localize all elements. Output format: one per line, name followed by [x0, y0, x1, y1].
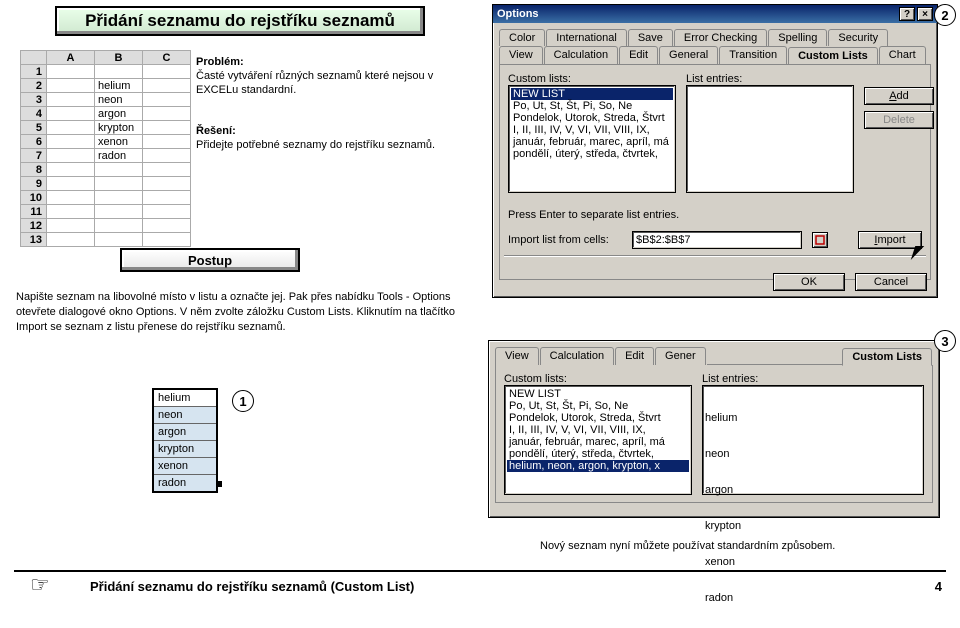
cancel-button[interactable]: Cancel — [855, 273, 927, 291]
options-dialog: Options ? × Color International Save Err… — [492, 4, 938, 298]
problem-text: Časté vytváření různých seznamů které ne… — [196, 70, 433, 96]
tab-panel: Custom lists: NEW LIST Po, Ut, St, Št, P… — [499, 64, 931, 280]
solution-heading: Řešení: — [196, 125, 236, 137]
step-number-3: 3 — [934, 330, 956, 352]
sheet-corner — [21, 51, 47, 65]
list-item[interactable]: Pondelok, Utorok, Streda, Štvrt — [507, 412, 689, 424]
tab-custom-lists[interactable]: Custom Lists — [842, 348, 932, 366]
list-item[interactable]: I, II, III, IV, V, VI, VII, VIII, IX, — [507, 424, 689, 436]
tab-view[interactable]: View — [495, 347, 539, 365]
instructions: Napište seznam na libovolné místo v list… — [16, 290, 456, 335]
tab-edit[interactable]: Edit — [619, 46, 658, 64]
entry-line: helium — [705, 412, 921, 424]
custom-lists-label: Custom lists: — [504, 373, 692, 385]
footer-page-number: 4 — [935, 579, 942, 594]
list-entries-label: List entries: — [702, 373, 924, 385]
footer-divider — [14, 570, 946, 572]
ok-button[interactable]: OK — [773, 273, 845, 291]
import-from-cells-label: Import list from cells: — [508, 234, 626, 246]
row-header: 2 — [21, 79, 47, 93]
selection-active-cell: helium — [154, 390, 216, 406]
list-item[interactable]: Po, Ut, St, Št, Pi, So, Ne — [507, 400, 689, 412]
list-item[interactable]: helium, neon, argon, krypton, x — [507, 460, 689, 472]
tab-general[interactable]: General — [659, 46, 718, 64]
tab-error-checking[interactable]: Error Checking — [674, 29, 767, 46]
tab-view[interactable]: View — [499, 46, 543, 64]
list-item[interactable]: január, február, marec, apríl, má — [511, 136, 673, 148]
tab-edit[interactable]: Edit — [615, 347, 654, 365]
list-entries-textarea[interactable] — [686, 85, 854, 193]
fill-handle-icon — [216, 481, 222, 487]
step-number-2: 2 — [934, 4, 956, 26]
press-enter-hint: Press Enter to separate list entries. — [508, 209, 922, 221]
cell: helium — [95, 79, 143, 93]
tab-chart[interactable]: Chart — [879, 46, 926, 64]
list-item[interactable]: NEW LIST — [511, 88, 673, 100]
selection-item: neon — [154, 406, 216, 423]
selection-inset: helium neon argon krypton xenon radon — [152, 388, 218, 493]
conclusion-text: Nový seznam nyní můžete používat standar… — [540, 540, 835, 552]
spreadsheet: A B C 1 2helium 3neon 4argon 5krypton 6x… — [20, 50, 191, 247]
dialog-titlebar: Options ? × — [493, 5, 937, 23]
dialog-title: Options — [497, 8, 539, 20]
close-button[interactable]: × — [917, 7, 933, 21]
import-button[interactable]: Import — [858, 231, 922, 249]
list-item[interactable]: január, február, marec, apríl, má — [507, 436, 689, 448]
custom-lists-listbox[interactable]: NEW LIST Po, Ut, St, Št, Pi, So, Ne Pond… — [504, 385, 692, 495]
step-number-1: 1 — [232, 390, 254, 412]
tab-security[interactable]: Security — [828, 29, 888, 46]
col-header: B — [95, 51, 143, 65]
tab-save[interactable]: Save — [628, 29, 673, 46]
list-item[interactable]: NEW LIST — [507, 388, 689, 400]
list-entries-textarea[interactable]: helium neon argon krypton xenon radon — [702, 385, 924, 495]
tab-general[interactable]: Gener — [655, 347, 706, 365]
problem-heading: Problém: — [196, 56, 244, 68]
solution-text: Přidejte potřebné seznamy do rejstříku s… — [196, 139, 435, 151]
delete-button[interactable]: Delete — [864, 111, 934, 129]
tab-custom-lists[interactable]: Custom Lists — [788, 47, 878, 65]
options-dialog-step3: View Calculation Edit Gener Custom Lists… — [488, 340, 940, 518]
import-range-input[interactable]: $B$2:$B$7 — [632, 231, 802, 249]
add-button-label: dd — [897, 90, 909, 102]
list-item[interactable]: pondělí, úterý, středa, čtvrtek, — [507, 448, 689, 460]
tab-spelling[interactable]: Spelling — [768, 29, 827, 46]
col-header: C — [143, 51, 191, 65]
help-button[interactable]: ? — [899, 7, 915, 21]
tab-calculation[interactable]: Calculation — [540, 347, 614, 365]
list-entries-label: List entries: — [686, 73, 854, 85]
steps-heading: Postup — [120, 248, 300, 272]
row-header: 1 — [21, 65, 47, 79]
add-button[interactable]: Add — [864, 87, 934, 105]
range-picker-icon — [815, 235, 825, 245]
problem-solution-text: Problém: Časté vytváření různých seznamů… — [196, 56, 446, 152]
custom-lists-listbox[interactable]: NEW LIST Po, Ut, St, Št, Pi, So, Ne Pond… — [508, 85, 676, 193]
footer-title: Přidání seznamu do rejstříku seznamů (Cu… — [90, 579, 414, 594]
tab-calculation[interactable]: Calculation — [544, 46, 618, 64]
list-item[interactable]: pondělí, úterý, středa, čtvrtek, — [511, 148, 673, 160]
tab-international[interactable]: International — [546, 29, 627, 46]
list-item[interactable]: I, II, III, IV, V, VI, VII, VIII, IX, — [511, 124, 673, 136]
list-item[interactable]: Po, Ut, St, Št, Pi, So, Ne — [511, 100, 673, 112]
col-header: A — [47, 51, 95, 65]
tab-transition[interactable]: Transition — [719, 46, 787, 64]
page-title: Přidání seznamu do rejstříku seznamů — [55, 6, 425, 36]
custom-lists-label: Custom lists: — [508, 73, 676, 85]
hand-icon: ☞ — [30, 572, 50, 598]
import-range-value: $B$2:$B$7 — [636, 234, 690, 246]
range-picker-button[interactable] — [812, 232, 828, 248]
list-item[interactable]: Pondelok, Utorok, Streda, Štvrt — [511, 112, 673, 124]
tab-color[interactable]: Color — [499, 29, 545, 46]
